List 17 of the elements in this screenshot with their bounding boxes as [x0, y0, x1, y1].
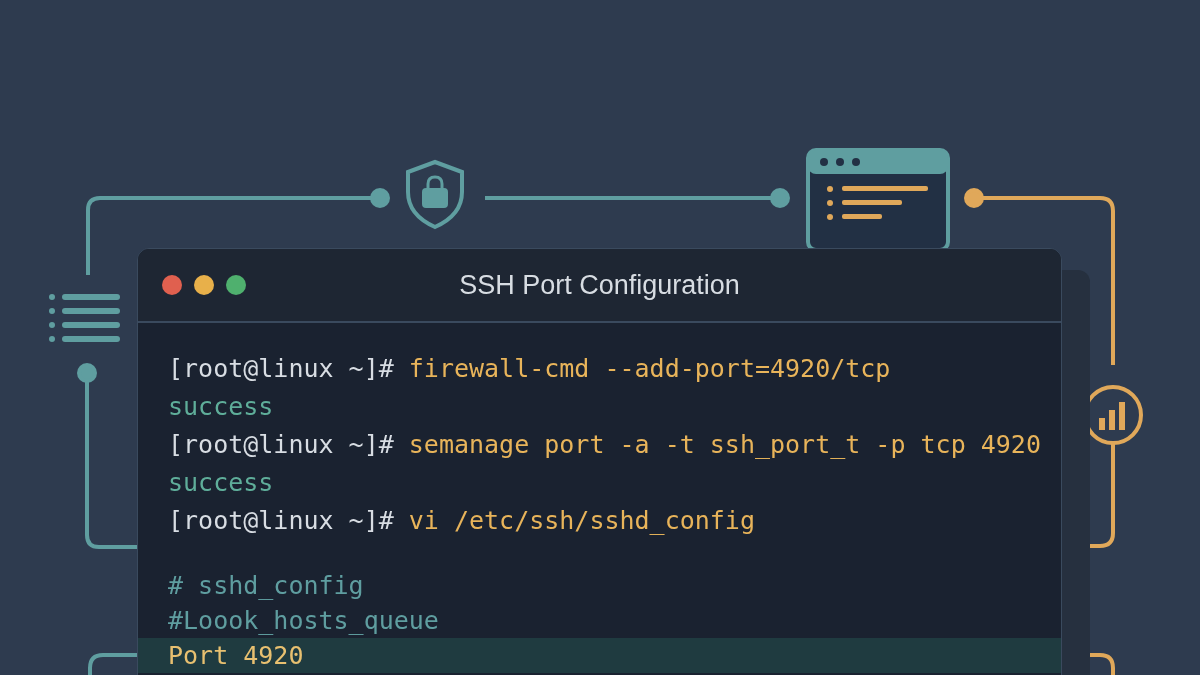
command-text: firewall-cmd --add-port=4920/tcp: [408, 354, 891, 383]
command-text: semanage port -a -t ssh_port_t -p tcp 4920: [408, 430, 1041, 459]
output-text: success: [168, 392, 274, 421]
window-control-button[interactable]: [162, 275, 182, 295]
command-text: vi /etc/ssh/sshd_config: [408, 506, 755, 535]
shield-lock-icon: [406, 160, 464, 229]
window-control-button[interactable]: [226, 275, 246, 295]
shell-prompt: [root@linux ~]#: [168, 506, 394, 535]
window-control-button[interactable]: [194, 275, 214, 295]
list-icon: [49, 294, 120, 342]
config-line: # sshd_config: [167, 570, 365, 602]
shell-prompt: [root@linux ~]#: [168, 430, 394, 459]
connector-line: [88, 653, 137, 675]
window-title: SSH Port Configuration: [459, 268, 740, 302]
shell-prompt: [root@linux ~]#: [168, 354, 394, 383]
config-line: #Loook_hosts_queue: [167, 605, 440, 637]
output-text: success: [168, 468, 274, 497]
